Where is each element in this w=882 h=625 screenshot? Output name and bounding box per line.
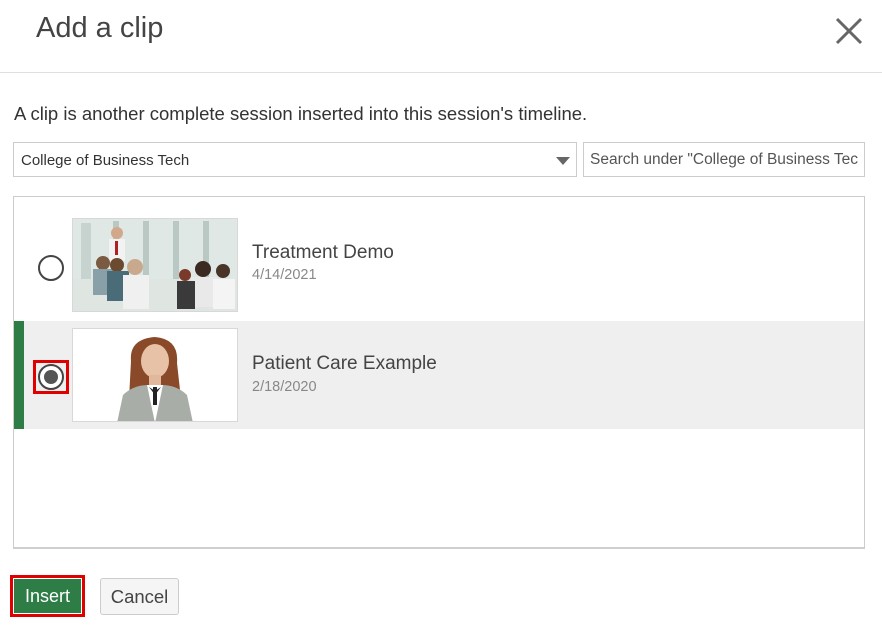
dialog-header: Add a clip — [0, 0, 882, 73]
clip-row-treatment-demo[interactable]: Treatment Demo 4/14/2021 — [14, 211, 864, 319]
selected-indicator — [14, 321, 24, 429]
dialog-description: A clip is another complete session inser… — [14, 103, 588, 124]
clip-radio-patient-care-example[interactable] — [38, 364, 64, 390]
clip-title: Patient Care Example — [252, 353, 437, 374]
search-field[interactable] — [583, 142, 865, 177]
clip-radio-treatment-demo[interactable] — [38, 255, 64, 281]
chevron-down-icon — [556, 157, 570, 165]
clip-date: 2/18/2020 — [252, 379, 317, 395]
insert-button[interactable]: Insert — [14, 579, 81, 613]
folder-dropdown-value: College of Business Tech — [21, 152, 190, 169]
folder-dropdown[interactable]: College of Business Tech — [13, 142, 577, 177]
clip-list[interactable]: Treatment Demo 4/14/2021 Patient Care Ex… — [13, 196, 865, 549]
close-button[interactable] — [832, 14, 866, 48]
clip-date: 4/14/2021 — [252, 267, 317, 283]
dialog-title: Add a clip — [36, 12, 164, 44]
presentation-thumbnail — [72, 218, 238, 312]
close-icon — [835, 17, 863, 45]
clip-row-patient-care-example[interactable]: Patient Care Example 2/18/2020 — [14, 321, 864, 429]
presenter-thumbnail — [72, 328, 238, 422]
clip-title: Treatment Demo — [252, 242, 394, 263]
search-input[interactable] — [584, 143, 864, 176]
cancel-button[interactable]: Cancel — [100, 578, 179, 615]
radio-selected-dot — [44, 370, 58, 384]
